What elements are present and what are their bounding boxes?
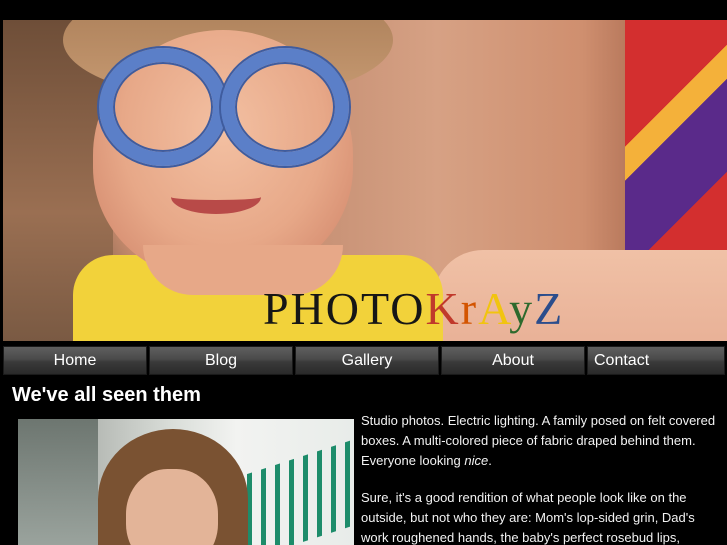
smile <box>171 180 261 214</box>
section-heading: We've all seen them <box>12 384 201 406</box>
intro-text: Studio photos. Electric lighting. A fami… <box>361 411 721 545</box>
logo-letter-k: K <box>425 283 461 334</box>
photo-girl-face <box>126 469 218 545</box>
nav-contact[interactable]: Contact <box>587 346 725 375</box>
featured-photo <box>18 419 354 545</box>
nav-home[interactable]: Home <box>3 346 147 375</box>
logo-photo-text: PHOTO <box>263 283 426 334</box>
main-nav: Home Blog Gallery About Contact <box>3 346 727 375</box>
logo-letter-z: Z <box>534 283 565 334</box>
logo-letter-r: r <box>460 283 479 334</box>
header-banner: PHOTOKrAyZ <box>3 20 727 341</box>
nav-blog[interactable]: Blog <box>149 346 293 375</box>
nav-about[interactable]: About <box>441 346 585 375</box>
site-logo[interactable]: PHOTOKrAyZ <box>263 282 564 335</box>
green-railing <box>233 439 354 545</box>
glasses-right-lens <box>221 48 349 166</box>
glasses-left-lens <box>99 48 227 166</box>
logo-letter-y: y <box>509 283 535 334</box>
nav-gallery[interactable]: Gallery <box>295 346 439 375</box>
intro-paragraph-2: Sure, it's a good rendition of what peop… <box>361 490 695 545</box>
logo-letter-a: A <box>478 283 510 334</box>
intro-paragraph-1: Studio photos. Electric lighting. A fami… <box>361 413 716 468</box>
